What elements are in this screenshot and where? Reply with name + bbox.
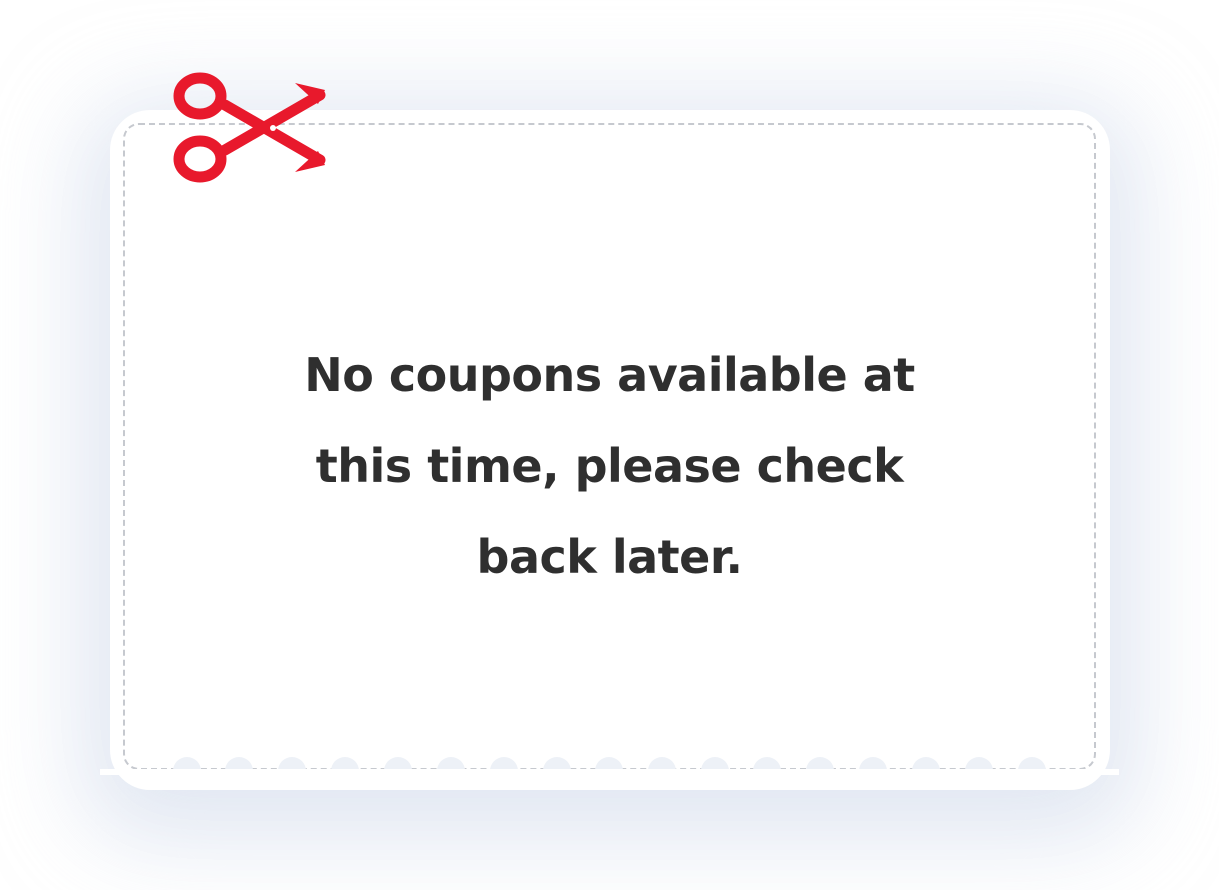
message-line: back later. [476, 530, 743, 584]
message-line: this time, please check [315, 439, 904, 493]
no-coupons-message: No coupons available at this time, pleas… [123, 330, 1096, 603]
message-line: No coupons available at [304, 348, 915, 402]
scissors-icon [173, 72, 326, 183]
perforated-edge [100, 757, 1119, 775]
